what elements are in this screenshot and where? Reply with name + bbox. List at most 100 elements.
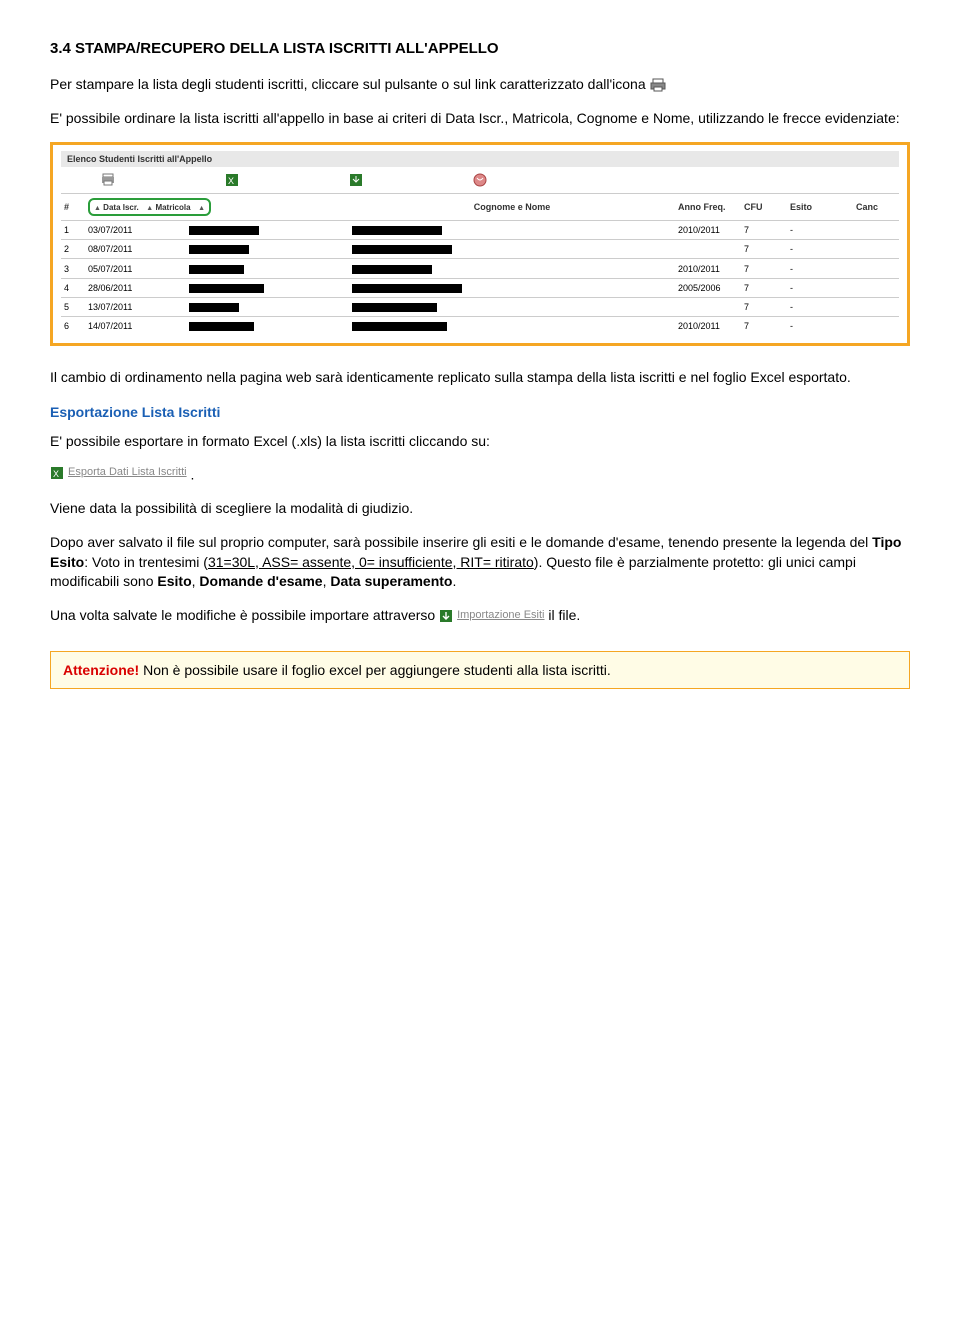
cell-date: 05/07/2011 bbox=[85, 259, 186, 278]
export-lista-link[interactable]: X Esporta Dati Lista Iscritti bbox=[50, 465, 187, 480]
excel-import-icon bbox=[439, 609, 453, 623]
cell-esito: - bbox=[787, 316, 853, 335]
t: Una volta salvate le modifiche è possibi… bbox=[50, 607, 435, 623]
cell-cfu: 7 bbox=[741, 240, 787, 259]
cell-num: 1 bbox=[61, 221, 85, 240]
b: Esito bbox=[157, 573, 191, 589]
col-cognome[interactable]: Cognome e Nome bbox=[349, 194, 675, 221]
print-icon[interactable] bbox=[101, 173, 115, 187]
table-row: 428/06/20112005/20067- bbox=[61, 278, 899, 297]
cell-cognome bbox=[349, 240, 675, 259]
message-icon[interactable] bbox=[473, 173, 487, 187]
table-row: 103/07/2011 2010/20117- bbox=[61, 221, 899, 240]
cell-canc[interactable] bbox=[853, 240, 899, 259]
cell-anno bbox=[675, 240, 741, 259]
action-row: X bbox=[61, 167, 899, 193]
cell-anno: 2010/2011 bbox=[675, 316, 741, 335]
cell-anno: 2010/2011 bbox=[675, 221, 741, 240]
cell-cognome bbox=[349, 316, 675, 335]
b: Data superamento bbox=[330, 573, 452, 589]
legend-underline: 31=30L, ASS= assente, 0= insufficiente, … bbox=[208, 554, 534, 570]
cell-cfu: 7 bbox=[741, 316, 787, 335]
table-row: 208/07/2011 7- bbox=[61, 240, 899, 259]
sort-data-iscr[interactable]: ▲ Data Iscr. bbox=[94, 203, 139, 212]
export-subtitle: Esportazione Lista Iscritti bbox=[50, 404, 910, 420]
warning-label: Attenzione! bbox=[63, 662, 139, 678]
t: . bbox=[453, 573, 457, 589]
cell-num: 5 bbox=[61, 297, 85, 316]
warning-box: Attenzione! Non è possibile usare il fog… bbox=[50, 651, 910, 689]
cell-cognome bbox=[349, 297, 675, 316]
students-table: # ▲ Data Iscr. ▲ Matricola ▲ Cog bbox=[61, 193, 899, 335]
t: : Voto in trentesimi ( bbox=[84, 554, 208, 570]
export-line3: Dopo aver salvato il file sul proprio co… bbox=[50, 533, 910, 592]
t: il file. bbox=[545, 607, 581, 623]
col-canc: Canc bbox=[853, 194, 899, 221]
cell-canc[interactable] bbox=[853, 297, 899, 316]
cell-esito: - bbox=[787, 221, 853, 240]
excel-export-icon[interactable]: X bbox=[225, 173, 239, 187]
excel-import-icon[interactable] bbox=[349, 173, 363, 187]
intro-text-1: Per stampare la lista degli studenti isc… bbox=[50, 76, 646, 92]
section-title: 3.4 STAMPA/RECUPERO DELLA LISTA ISCRITTI… bbox=[50, 40, 910, 57]
export-link-label: Esporta Dati Lista Iscritti bbox=[68, 465, 187, 480]
export-line2: Viene data la possibilità di scegliere l… bbox=[50, 499, 910, 519]
cell-anno: 2010/2011 bbox=[675, 259, 741, 278]
cell-anno bbox=[675, 297, 741, 316]
col-esito: Esito bbox=[787, 194, 853, 221]
export-line1: E' possibile esportare in formato Excel … bbox=[50, 432, 910, 452]
svg-text:X: X bbox=[53, 469, 59, 479]
table-row: 614/07/2011 2010/20117- bbox=[61, 316, 899, 335]
col-sort-group: ▲ Data Iscr. ▲ Matricola ▲ bbox=[85, 194, 349, 221]
import-esiti-link[interactable]: Importazione Esiti bbox=[439, 608, 544, 623]
cell-cfu: 7 bbox=[741, 297, 787, 316]
cell-canc[interactable] bbox=[853, 316, 899, 335]
cell-date: 14/07/2011 bbox=[85, 316, 186, 335]
cell-num: 3 bbox=[61, 259, 85, 278]
export-link-row: X Esporta Dati Lista Iscritti . bbox=[50, 465, 910, 485]
excel-icon: X bbox=[50, 466, 64, 480]
col-num: # bbox=[61, 194, 85, 221]
cell-cfu: 7 bbox=[741, 221, 787, 240]
sort-empty[interactable]: ▲ bbox=[198, 203, 205, 212]
cell-esito: - bbox=[787, 240, 853, 259]
svg-text:X: X bbox=[228, 176, 234, 186]
cell-cognome bbox=[349, 221, 675, 240]
cell-date: 03/07/2011 bbox=[85, 221, 186, 240]
intro-paragraph-2: E' possibile ordinare la lista iscritti … bbox=[50, 109, 910, 129]
cell-esito: - bbox=[787, 259, 853, 278]
cell-cognome bbox=[349, 259, 675, 278]
printer-icon bbox=[650, 78, 666, 92]
cell-cfu: 7 bbox=[741, 259, 787, 278]
t: Dopo aver salvato il file sul proprio co… bbox=[50, 534, 872, 550]
intro-paragraph-1: Per stampare la lista degli studenti isc… bbox=[50, 75, 910, 95]
cell-num: 6 bbox=[61, 316, 85, 335]
cell-canc[interactable] bbox=[853, 278, 899, 297]
cell-matricola bbox=[186, 297, 349, 316]
cell-esito: - bbox=[787, 297, 853, 316]
cell-cfu: 7 bbox=[741, 278, 787, 297]
cell-matricola bbox=[186, 221, 349, 240]
sort-highlight-box: ▲ Data Iscr. ▲ Matricola ▲ bbox=[88, 198, 211, 216]
cell-anno: 2005/2006 bbox=[675, 278, 741, 297]
cell-date: 13/07/2011 bbox=[85, 297, 186, 316]
after-screenshot-text: Il cambio di ordinamento nella pagina we… bbox=[50, 368, 910, 388]
export-line4: Una volta salvate le modifiche è possibi… bbox=[50, 606, 910, 626]
cell-matricola bbox=[186, 316, 349, 335]
cell-matricola bbox=[186, 278, 349, 297]
b: Domande d'esame bbox=[199, 573, 322, 589]
cell-canc[interactable] bbox=[853, 259, 899, 278]
cell-cognome bbox=[349, 278, 675, 297]
cell-date: 08/07/2011 bbox=[85, 240, 186, 259]
col-anno: Anno Freq. bbox=[675, 194, 741, 221]
table-header-row: # ▲ Data Iscr. ▲ Matricola ▲ Cog bbox=[61, 194, 899, 221]
cell-canc[interactable] bbox=[853, 221, 899, 240]
cell-date: 28/06/2011 bbox=[85, 278, 186, 297]
cell-num: 2 bbox=[61, 240, 85, 259]
table-row: 513/07/2011 7- bbox=[61, 297, 899, 316]
cell-matricola bbox=[186, 259, 349, 278]
screenshot-panel: Elenco Studenti Iscritti all'Appello X #… bbox=[50, 142, 910, 346]
warning-text: Non è possibile usare il foglio excel pe… bbox=[139, 662, 611, 678]
cell-matricola bbox=[186, 240, 349, 259]
sort-matricola[interactable]: ▲ Matricola bbox=[146, 203, 190, 212]
